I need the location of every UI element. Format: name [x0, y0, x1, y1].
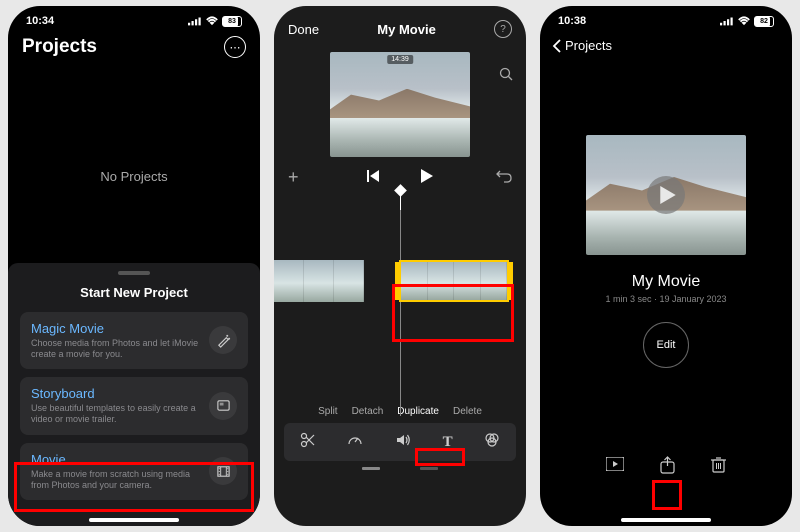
- playhead-line: [400, 210, 401, 416]
- option-title: Storyboard: [31, 386, 199, 401]
- signal-icon: [188, 16, 202, 26]
- editor-toolbar: T: [284, 423, 516, 461]
- option-desc: Make a movie from scratch using media fr…: [31, 469, 199, 492]
- tab-indicator[interactable]: [420, 467, 438, 470]
- screen-projects: 10:34 83 Projects ⋯ No Projects Start Ne…: [8, 6, 260, 526]
- more-button[interactable]: ⋯: [224, 36, 246, 58]
- sheet-grabber[interactable]: [118, 271, 150, 275]
- new-project-sheet: Start New Project Magic Movie Choose med…: [8, 263, 260, 527]
- editor-top-bar: Done My Movie ?: [274, 16, 526, 42]
- signal-icon: [720, 16, 734, 26]
- add-media-button[interactable]: +: [288, 167, 299, 188]
- empty-state: No Projects: [8, 169, 260, 184]
- clip-1[interactable]: [274, 260, 364, 302]
- rewind-button[interactable]: [367, 170, 381, 185]
- share-button[interactable]: [660, 456, 675, 479]
- status-right: 83: [188, 16, 242, 27]
- battery-icon: 82: [754, 16, 774, 27]
- zoom-button[interactable]: [498, 66, 514, 85]
- clip-selected[interactable]: [399, 260, 509, 302]
- chevron-left-icon: [552, 39, 562, 53]
- filters-icon[interactable]: [484, 432, 500, 452]
- speedometer-icon[interactable]: [347, 432, 363, 452]
- timeline[interactable]: [274, 252, 526, 306]
- help-button[interactable]: ?: [494, 20, 512, 38]
- wand-icon: [209, 326, 237, 354]
- option-desc: Use beautiful templates to easily create…: [31, 403, 199, 426]
- playhead-marker: [400, 192, 401, 210]
- option-title: Magic Movie: [31, 321, 199, 336]
- wifi-icon: [737, 16, 751, 26]
- action-delete[interactable]: Delete: [453, 406, 482, 417]
- play-overlay-button[interactable]: [647, 176, 685, 214]
- play-small-button[interactable]: [606, 456, 624, 479]
- status-bar: 10:38 82: [540, 6, 792, 36]
- done-button[interactable]: Done: [288, 22, 319, 37]
- option-storyboard[interactable]: Storyboard Use beautiful templates to ea…: [20, 377, 248, 435]
- play-button[interactable]: [421, 169, 433, 186]
- screen-project-detail: 10:38 82 Projects My Movie 1 min 3 sec ·…: [540, 6, 792, 526]
- video-thumbnail[interactable]: [586, 135, 746, 255]
- movie-meta: 1 min 3 sec · 19 January 2023: [540, 294, 792, 304]
- status-right: 82: [720, 16, 774, 27]
- status-time: 10:38: [558, 15, 586, 27]
- movie-title: My Movie: [377, 22, 436, 37]
- text-icon[interactable]: T: [443, 434, 453, 451]
- movie-title: My Movie: [540, 273, 792, 291]
- option-movie[interactable]: Movie Make a movie from scratch using me…: [20, 443, 248, 501]
- sheet-title: Start New Project: [20, 285, 248, 300]
- edit-button[interactable]: Edit: [643, 322, 689, 368]
- wifi-icon: [205, 16, 219, 26]
- back-label: Projects: [565, 38, 612, 53]
- option-magic-movie[interactable]: Magic Movie Choose media from Photos and…: [20, 312, 248, 370]
- action-duplicate[interactable]: Duplicate: [397, 406, 439, 417]
- scissors-icon[interactable]: [300, 432, 316, 452]
- bottom-tabs: [274, 467, 526, 470]
- highlight-share: [652, 480, 682, 510]
- home-indicator[interactable]: [89, 518, 179, 522]
- video-preview[interactable]: 14:39: [330, 52, 470, 157]
- option-desc: Choose media from Photos and let iMovie …: [31, 338, 199, 361]
- undo-button[interactable]: [496, 169, 512, 186]
- back-button[interactable]: Projects: [540, 36, 792, 55]
- battery-icon: 83: [222, 16, 242, 27]
- status-time: 10:34: [26, 15, 54, 27]
- tab-indicator[interactable]: [362, 467, 380, 470]
- home-indicator[interactable]: [621, 518, 711, 522]
- bottom-actions: [540, 456, 792, 479]
- action-split[interactable]: Split: [318, 406, 337, 417]
- screen-editor: Done My Movie ? 14:39 + S: [274, 6, 526, 526]
- action-detach[interactable]: Detach: [352, 406, 384, 417]
- storyboard-icon: [209, 392, 237, 420]
- page-title: Projects: [22, 36, 97, 58]
- duration-badge: 14:39: [387, 55, 413, 64]
- trash-button[interactable]: [711, 456, 726, 479]
- volume-icon[interactable]: [395, 432, 411, 452]
- film-icon: [209, 457, 237, 485]
- header: Projects ⋯: [8, 36, 260, 64]
- status-bar: 10:34 83: [8, 6, 260, 36]
- option-title: Movie: [31, 452, 199, 467]
